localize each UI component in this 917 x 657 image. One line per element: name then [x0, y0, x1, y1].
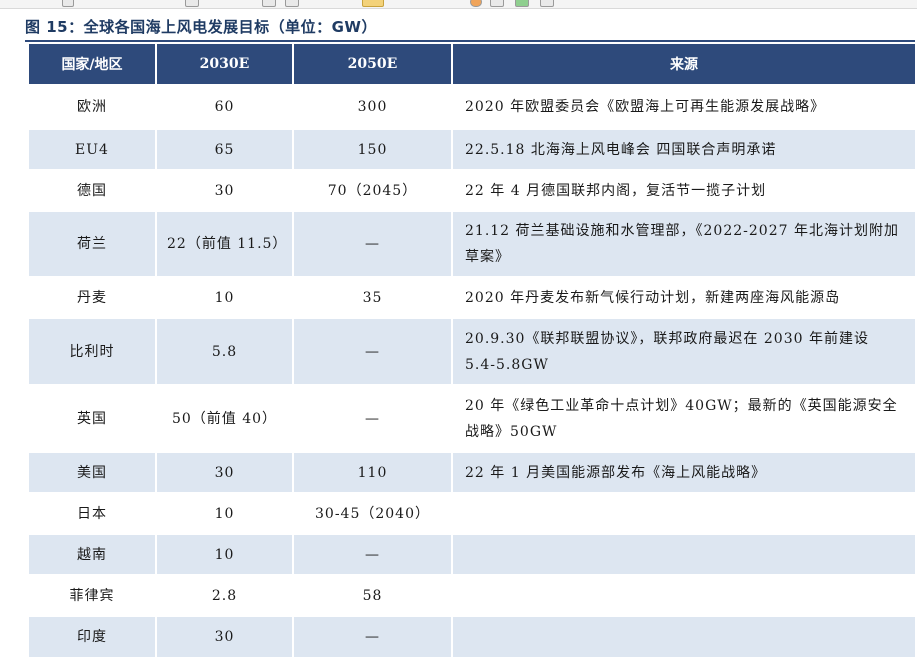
toolbar-icon[interactable]	[470, 0, 482, 7]
cell-source	[451, 492, 917, 535]
toolbar-icon[interactable]	[62, 0, 74, 7]
cell-source: 22 年 4 月德国联邦内阁，复活节一揽子计划	[451, 169, 917, 212]
cell-country: 欧洲	[27, 84, 157, 130]
cell-2050e: —	[292, 384, 453, 453]
toolbar-icon[interactable]	[185, 0, 199, 7]
cell-country: 德国	[27, 169, 157, 212]
toolbar-icon[interactable]	[490, 0, 504, 7]
cell-2050e: 300	[292, 84, 453, 130]
table-row: 德国 30 70（2045） 22 年 4 月德国联邦内阁，复活节一揽子计划	[27, 169, 917, 212]
cell-source	[451, 574, 917, 617]
table-row: 越南 10 —	[27, 534, 917, 575]
table-row: EU4 65 150 22.5.18 北海海上风电峰会 四国联合声明承诺	[27, 129, 917, 170]
cell-country: 日本	[27, 492, 157, 535]
figure-title: 图 15：全球各国海上风电发展目标（单位：GW）	[25, 18, 377, 36]
cell-2030e: 30	[155, 452, 294, 493]
cell-source	[451, 616, 917, 657]
header-2030e: 2030E	[155, 44, 294, 85]
cell-2030e: 60	[155, 84, 294, 130]
cell-source: 22 年 1 月美国能源部发布《海上风能战略》	[451, 452, 917, 493]
cell-country: 越南	[27, 534, 157, 575]
cell-source: 2020 年丹麦发布新气候行动计划，新建两座海风能源岛	[451, 276, 917, 319]
cell-2050e: —	[292, 616, 453, 657]
cell-2030e: 10	[155, 276, 294, 319]
cell-2050e: 70（2045）	[292, 169, 453, 212]
table-row: 菲律宾 2.8 58	[27, 574, 917, 617]
cell-2050e: —	[292, 211, 453, 277]
cell-country: 美国	[27, 452, 157, 493]
cell-source: 21.12 荷兰基础设施和水管理部，《2022-2027 年北海计划附加草案》	[451, 211, 917, 277]
toolbar-icon[interactable]	[362, 0, 384, 7]
header-source: 来源	[451, 44, 917, 85]
toolbar-icon[interactable]	[515, 0, 529, 7]
table-row: 荷兰 22（前值 11.5） — 21.12 荷兰基础设施和水管理部，《2022…	[27, 211, 917, 277]
cell-2030e: 22（前值 11.5）	[155, 211, 294, 277]
cell-2050e: —	[292, 318, 453, 385]
toolbar-icon[interactable]	[540, 0, 554, 7]
cell-source	[451, 534, 917, 575]
cell-country: 比利时	[27, 318, 157, 385]
cell-country: 荷兰	[27, 211, 157, 277]
table-row: 美国 30 110 22 年 1 月美国能源部发布《海上风能战略》	[27, 452, 917, 493]
cell-2050e: —	[292, 534, 453, 575]
table-row: 日本 10 30-45（2040）	[27, 492, 917, 535]
cell-country: 菲律宾	[27, 574, 157, 617]
header-2050e: 2050E	[292, 44, 453, 85]
table-row: 比利时 5.8 — 20.9.30《联邦联盟协议》，联邦政府最迟在 2030 年…	[27, 318, 917, 385]
cell-2030e: 30	[155, 169, 294, 212]
cell-2050e: 35	[292, 276, 453, 319]
cell-country: 印度	[27, 616, 157, 657]
title-rule	[25, 40, 915, 42]
cell-2030e: 30	[155, 616, 294, 657]
table-row: 印度 30 —	[27, 616, 917, 657]
cell-2030e: 10	[155, 492, 294, 535]
cell-2030e: 10	[155, 534, 294, 575]
cell-2050e: 58	[292, 574, 453, 617]
toolbar-icon[interactable]	[285, 0, 299, 7]
table-row: 丹麦 10 35 2020 年丹麦发布新气候行动计划，新建两座海风能源岛	[27, 276, 917, 319]
toolbar-strip	[0, 0, 917, 9]
cell-country: EU4	[27, 129, 157, 170]
cell-2030e: 65	[155, 129, 294, 170]
targets-table: 国家/地区 2030E 2050E 来源 欧洲 60 300 2020 年欧盟委…	[27, 44, 917, 657]
cell-2030e: 50（前值 40）	[155, 384, 294, 453]
cell-2050e: 150	[292, 129, 453, 170]
cell-2030e: 2.8	[155, 574, 294, 617]
cell-2030e: 5.8	[155, 318, 294, 385]
header-row: 国家/地区 2030E 2050E 来源	[27, 44, 917, 85]
cell-source: 22.5.18 北海海上风电峰会 四国联合声明承诺	[451, 129, 917, 170]
cell-country: 英国	[27, 384, 157, 453]
cell-source: 20.9.30《联邦联盟协议》，联邦政府最迟在 2030 年前建设 5.4-5.…	[451, 318, 917, 385]
cell-2050e: 110	[292, 452, 453, 493]
toolbar-icon[interactable]	[262, 0, 276, 7]
header-country: 国家/地区	[27, 44, 157, 85]
cell-2050e: 30-45（2040）	[292, 492, 453, 535]
cell-country: 丹麦	[27, 276, 157, 319]
table-row: 欧洲 60 300 2020 年欧盟委员会《欧盟海上可再生能源发展战略》	[27, 84, 917, 130]
table-row: 英国 50（前值 40） — 20 年《绿色工业革命十点计划》40GW；最新的《…	[27, 384, 917, 453]
cell-source: 20 年《绿色工业革命十点计划》40GW；最新的《英国能源安全战略》50GW	[451, 384, 917, 453]
cell-source: 2020 年欧盟委员会《欧盟海上可再生能源发展战略》	[451, 84, 917, 130]
